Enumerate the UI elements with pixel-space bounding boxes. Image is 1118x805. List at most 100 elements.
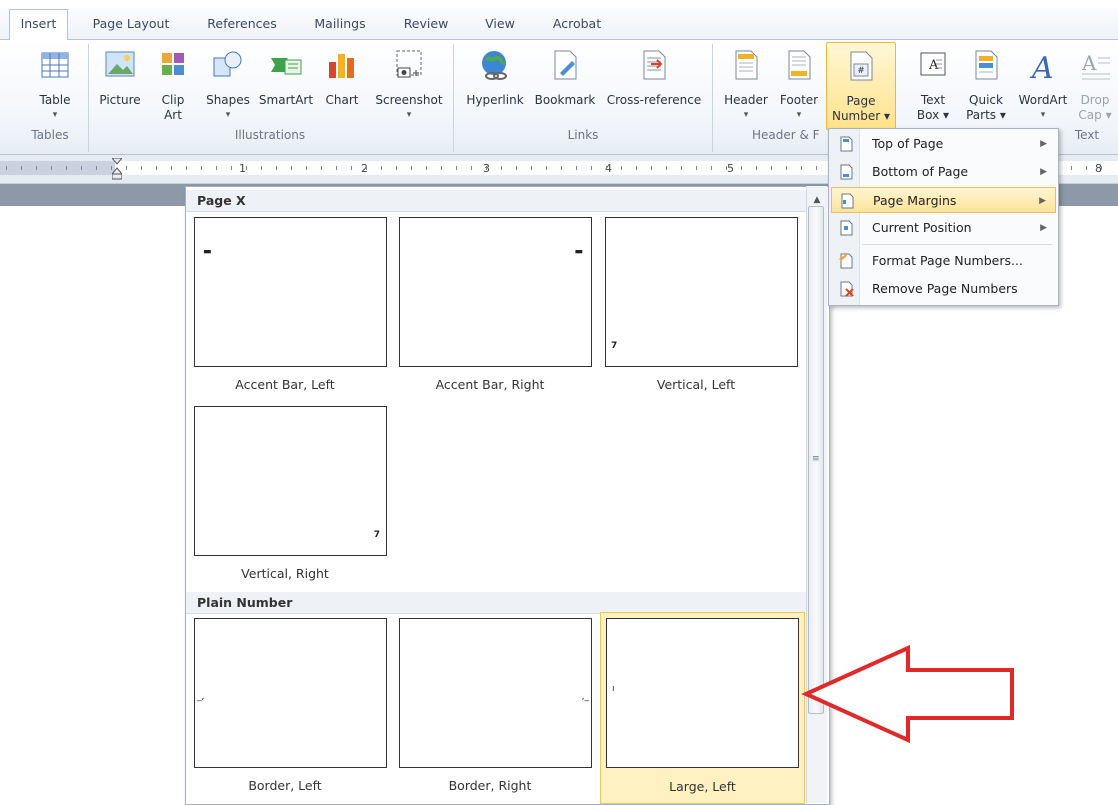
gallery-item-accent-bar-right[interactable]: ▬ Accent Bar, Right [391, 214, 592, 404]
picture-icon [105, 51, 135, 77]
ruler-tick [306, 166, 307, 170]
scrollbar-thumb[interactable]: ≡ [808, 206, 824, 714]
text-box-button[interactable]: A Text Box ▾ [908, 42, 958, 126]
ribbon-tab-bar: Insert Page Layout References Mailings R… [0, 8, 1118, 41]
submenu-arrow-icon: ▶ [1039, 196, 1046, 206]
ruler-tick [201, 166, 202, 170]
ruler-tick [441, 166, 442, 170]
ruler-tick [756, 166, 757, 170]
header-label: Header [724, 93, 768, 107]
table-button[interactable]: Table ▾ [30, 42, 80, 126]
ruler-tick [336, 166, 337, 170]
ruler-tick [141, 166, 142, 170]
ruler-tick [396, 166, 397, 170]
gallery-item-border-right[interactable]: ,_ Border, Right [391, 615, 592, 804]
group-divider [453, 44, 454, 152]
wordart-icon: A [1029, 51, 1054, 82]
footer-label: Footer [779, 93, 819, 107]
menu-item-current-position[interactable]: Current Position ▶ [831, 215, 1056, 241]
current-position-icon [840, 220, 853, 236]
tab-view[interactable]: View [475, 10, 525, 38]
ruler-tick [456, 166, 457, 170]
format-page-numbers-icon [839, 253, 853, 269]
page-top-icon [840, 136, 853, 152]
ruler-tick [696, 166, 697, 170]
gallery-item-large-left[interactable]: ı Large, Left [600, 612, 805, 804]
quick-parts-label: Quick Parts ▾ [966, 93, 1006, 122]
indent-marker-icon[interactable] [110, 157, 124, 180]
table-icon [41, 52, 69, 78]
chevron-down-icon: ▾ [406, 110, 412, 120]
clip-art-button[interactable]: Clip Art [150, 42, 196, 126]
group-label-header-footer: Header & F [752, 128, 820, 142]
ruler-tick [276, 166, 277, 170]
submenu-arrow-icon: ▶ [1040, 223, 1047, 233]
ruler-tick [1071, 166, 1072, 170]
gallery-section-page-x: Page X [186, 190, 807, 212]
page-number-gallery: Page X ▬ Accent Bar, Left ▬ Accent Bar, … [185, 186, 830, 805]
page-number-menu: Top of Page ▶ Bottom of Page ▶ Page Marg… [828, 128, 1059, 306]
gallery-item-vertical-right[interactable]: 7 Vertical, Right [186, 403, 387, 593]
gallery-item-border-left[interactable]: _, Border, Left [186, 615, 387, 804]
screenshot-icon [396, 50, 422, 78]
ruler-tick [186, 166, 187, 170]
ruler-tick [606, 166, 607, 170]
ruler-tick [786, 166, 787, 170]
chart-button[interactable]: Chart [318, 42, 366, 126]
ruler-tick [531, 166, 532, 170]
tab-mailings[interactable]: Mailings [303, 10, 377, 38]
ruler-tick [501, 166, 502, 170]
ruler-tick [381, 166, 382, 170]
page-thumbnail: _, [194, 618, 387, 768]
submenu-arrow-icon: ▶ [1040, 139, 1047, 149]
page-number-button[interactable]: # Page Number ▾ [826, 42, 896, 130]
submenu-arrow-icon: ▶ [1040, 167, 1047, 177]
group-label-illustrations: Illustrations [234, 128, 306, 142]
tab-references[interactable]: References [196, 10, 288, 38]
tab-review[interactable]: Review [393, 10, 459, 38]
page-thumbnail: ▬ [399, 217, 592, 367]
footer-button[interactable]: Footer ▾ [773, 42, 825, 126]
page-thumbnail: ▬ [194, 217, 387, 367]
ruler-tick [621, 166, 622, 170]
quick-parts-button[interactable]: Quick Parts ▾ [960, 42, 1012, 126]
clip-art-label: Clip Art [161, 93, 185, 122]
menu-item-page-margins[interactable]: Page Margins ▶ [831, 187, 1056, 213]
gallery-item-label: Border, Right [448, 778, 532, 793]
red-arrow-annotation [801, 644, 1014, 744]
hyperlink-button[interactable]: Hyperlink [459, 42, 531, 126]
ruler-number: 1 [239, 162, 246, 175]
smartart-button[interactable]: SmartArt [255, 42, 317, 126]
ruler-tick [741, 166, 742, 170]
menu-item-remove-page-numbers[interactable]: Remove Page Numbers [831, 276, 1056, 302]
gallery-item-label: Vertical, Right [241, 566, 329, 581]
gallery-item-label: Accent Bar, Left [235, 377, 335, 392]
ruler-tick [126, 166, 127, 170]
ruler-tick [666, 166, 667, 170]
gallery-item-accent-bar-left[interactable]: ▬ Accent Bar, Left [186, 214, 387, 404]
header-button[interactable]: Header ▾ [718, 42, 774, 126]
shapes-button[interactable]: Shapes ▾ [201, 42, 255, 126]
cross-reference-button[interactable]: Cross-reference [601, 42, 707, 126]
menu-item-bottom-of-page[interactable]: Bottom of Page ▶ [831, 159, 1056, 185]
tab-acrobat[interactable]: Acrobat [541, 10, 613, 38]
screenshot-button[interactable]: Screenshot ▾ [368, 42, 450, 126]
tab-page-layout[interactable]: Page Layout [82, 10, 180, 38]
menu-item-top-of-page[interactable]: Top of Page ▶ [831, 131, 1056, 157]
ruler-tick [351, 166, 352, 170]
gallery-item-vertical-left[interactable]: 7 Vertical, Left [597, 214, 798, 404]
bookmark-button[interactable]: Bookmark [530, 42, 600, 126]
group-label-links: Links [567, 128, 599, 142]
tab-insert[interactable]: Insert [9, 9, 68, 41]
ruler-tick [321, 166, 322, 170]
menu-item-format-page-numbers[interactable]: Format Page Numbers... [831, 248, 1056, 274]
clip-art-icon [162, 53, 184, 75]
wordart-button[interactable]: A WordArt ▾ [1012, 42, 1074, 126]
ruler-tick [21, 166, 22, 170]
page-thumbnail: ,_ [399, 618, 592, 768]
drop-cap-button[interactable]: A Drop Cap ▾ [1072, 42, 1118, 126]
quick-parts-icon [975, 50, 998, 80]
picture-button[interactable]: Picture [94, 42, 146, 126]
ruler-tick [726, 166, 727, 170]
chevron-down-icon: ▾ [743, 110, 749, 120]
